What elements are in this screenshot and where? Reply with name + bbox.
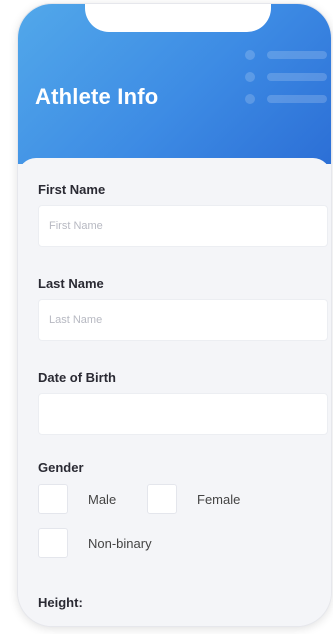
gender-female-checkbox[interactable] bbox=[147, 484, 177, 514]
phone-frame: Athlete Info First Name Last Name Date o… bbox=[18, 4, 331, 626]
gender-nonbinary-label: Non-binary bbox=[88, 536, 152, 551]
form-card: First Name Last Name Date of Birth Gende… bbox=[18, 158, 331, 626]
last-name-label: Last Name bbox=[38, 276, 104, 291]
first-name-input[interactable] bbox=[38, 205, 328, 247]
header-banner: Athlete Info bbox=[18, 4, 331, 164]
gender-male-label: Male bbox=[88, 492, 117, 507]
gender-female-label: Female bbox=[197, 492, 241, 507]
date-of-birth-label: Date of Birth bbox=[38, 370, 116, 385]
gender-nonbinary-checkbox[interactable] bbox=[38, 528, 68, 558]
height-label: Height: bbox=[38, 595, 83, 610]
gender-label: Gender bbox=[38, 460, 84, 475]
date-of-birth-input[interactable] bbox=[38, 393, 328, 435]
first-name-label: First Name bbox=[38, 182, 106, 197]
last-name-input[interactable] bbox=[38, 299, 328, 341]
gender-male-checkbox[interactable] bbox=[38, 484, 68, 514]
device-notch bbox=[85, 4, 271, 32]
header-decoration bbox=[243, 48, 331, 108]
page-title: Athlete Info bbox=[35, 84, 159, 109]
